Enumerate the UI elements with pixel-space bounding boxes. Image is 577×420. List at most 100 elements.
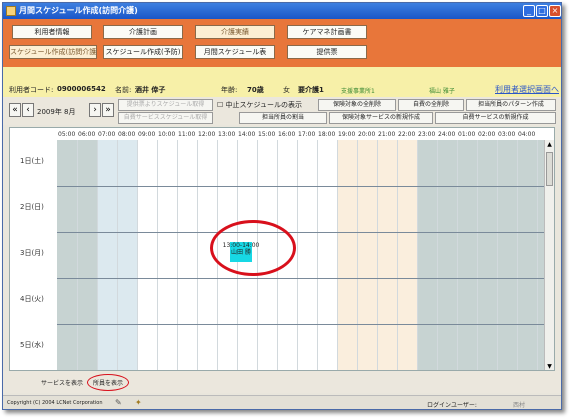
hour-gridline: [297, 140, 298, 370]
hour-gridline: [397, 140, 398, 370]
next-month-icon[interactable]: ›: [89, 103, 101, 117]
window-title: 月間スケジュール作成(訪問介護): [19, 6, 138, 15]
year-month-label: 2009年 8月: [37, 108, 76, 116]
main-menu: 利用者情報 介護計画 介護実績 ケアマネ計画書 スケジュール作成(訪問介護) ス…: [3, 19, 561, 67]
menu-monthly-schedule-button[interactable]: 月間スケジュール表: [195, 45, 275, 59]
delete-insured-button[interactable]: 保険対象の全削除: [318, 99, 396, 111]
close-icon[interactable]: ×: [549, 5, 561, 17]
prev-prev-icon[interactable]: «: [9, 103, 21, 117]
name-label: 名前:: [115, 86, 132, 94]
delete-self-button[interactable]: 自費の全削除: [398, 99, 464, 111]
hour-gridline: [497, 140, 498, 370]
login-user-value: 西村: [513, 402, 526, 409]
hour-label: 09:00: [138, 131, 156, 138]
copyright-text: Copyright (C) 2004 LCNet Corporation: [7, 400, 103, 406]
vertical-scrollbar[interactable]: ▲ ▼: [544, 140, 554, 370]
hour-label: 04:00: [518, 131, 536, 138]
app-window: 月間スケジュール作成(訪問介護) _ □ × 利用者情報 介護計画 介護実績 ケ…: [2, 2, 562, 410]
user-code-label: 利用者コード:: [9, 86, 54, 94]
hour-label: 21:00: [378, 131, 396, 138]
day-label: 3日(月): [20, 249, 44, 257]
hour-label: 01:00: [458, 131, 476, 138]
hour-gridline: [377, 140, 378, 370]
day-label: 1日(土): [20, 157, 44, 165]
name-value: 酒井 倖子: [135, 86, 166, 94]
hour-label: 11:00: [178, 131, 196, 138]
scroll-down-icon[interactable]: ▼: [546, 363, 553, 370]
hour-gridline: [517, 140, 518, 370]
hour-label: 08:00: [118, 131, 136, 138]
hour-gridline: [437, 140, 438, 370]
maximize-icon[interactable]: □: [536, 5, 548, 17]
schedule-toolbar: « ‹ 2009年 8月 › » 提供票よりスケジュール取得 自費サービススケジ…: [3, 97, 561, 125]
user-select-link[interactable]: 利用者選択画面へ: [495, 84, 559, 95]
gender-value: 女: [283, 86, 290, 94]
age-label: 年齢:: [221, 86, 238, 94]
hour-gridline: [137, 140, 138, 370]
app-icon: [6, 6, 16, 16]
menu-schedule-prevention-button[interactable]: スケジュール作成(予防): [103, 45, 183, 59]
day-separator: [57, 186, 544, 187]
staff-display-toggle[interactable]: 所員を表示: [87, 374, 130, 391]
hour-label: 24:00: [438, 131, 456, 138]
hour-label: 16:00: [278, 131, 296, 138]
hour-gridline: [357, 140, 358, 370]
hour-label: 07:00: [98, 131, 116, 138]
menu-user-info-button[interactable]: 利用者情報: [12, 25, 92, 39]
hour-label: 13:00: [218, 131, 236, 138]
scroll-up-icon[interactable]: ▲: [546, 141, 553, 149]
cancelled-checkbox-label: 中止スケジュールの表示: [225, 101, 303, 109]
manager-value: 福山 雅子: [429, 88, 455, 95]
service-display-toggle[interactable]: サービスを表示: [41, 378, 83, 387]
menu-care-plan-button[interactable]: 介護計画: [103, 25, 183, 39]
hour-label: 20:00: [358, 131, 376, 138]
hour-gridline: [97, 140, 98, 370]
menu-provider-sheet-button[interactable]: 提供票: [287, 45, 367, 59]
assign-staff-button[interactable]: 担当所員の割当: [239, 112, 327, 124]
hour-label: 22:00: [398, 131, 416, 138]
day-separator: [57, 232, 544, 233]
hour-gridline: [317, 140, 318, 370]
settings-icon[interactable]: ✦: [135, 398, 142, 407]
menu-schedule-visit-button[interactable]: スケジュール作成(訪問介護): [9, 45, 97, 59]
self-service-schedule-button[interactable]: 自費サービススケジュール取得: [118, 112, 213, 124]
title-bar: 月間スケジュール作成(訪問介護) _ □ ×: [3, 3, 561, 19]
hour-gridline: [77, 140, 78, 370]
hour-gridline: [457, 140, 458, 370]
day-separator: [57, 278, 544, 279]
hour-label: 06:00: [78, 131, 96, 138]
day-label: 2日(日): [20, 203, 44, 211]
day-separator: [57, 324, 544, 325]
hour-label: 12:00: [198, 131, 216, 138]
annotation-circle: [210, 220, 296, 276]
age-value: 70歳: [247, 86, 264, 94]
day-label: 5日(水): [20, 341, 44, 349]
new-self-service-button[interactable]: 自費サービスの新規作成: [435, 112, 556, 124]
hour-label: 10:00: [158, 131, 176, 138]
next-next-icon[interactable]: »: [102, 103, 114, 117]
hour-label: 02:00: [478, 131, 496, 138]
cancelled-checkbox[interactable]: ☐ 中止スケジュールの表示: [217, 100, 302, 110]
care-level-value: 要介護1: [298, 86, 324, 94]
pencil-icon[interactable]: ✎: [115, 398, 122, 407]
status-bar: Copyright (C) 2004 LCNet Corporation ✎ ✦…: [3, 395, 561, 409]
menu-care-record-button[interactable]: 介護実績: [195, 25, 275, 39]
hour-label: 14:00: [238, 131, 256, 138]
menu-caremanager-plan-button[interactable]: ケアマネ計画書: [287, 25, 367, 39]
hour-gridline: [477, 140, 478, 370]
hour-label: 03:00: [498, 131, 516, 138]
login-user-label: ログインユーザー:: [427, 402, 477, 409]
minimize-icon[interactable]: _: [523, 5, 535, 17]
scroll-thumb[interactable]: [546, 152, 553, 186]
day-label: 4日(火): [20, 295, 44, 303]
staff-pattern-button[interactable]: 担当所員のパターン作成: [466, 99, 556, 111]
provider-schedule-button[interactable]: 提供票よりスケジュール取得: [118, 99, 213, 111]
schedule-grid: 05:00 06:00 07:00 08:00 09:00 10:00 11:00 12:00…: [9, 127, 555, 371]
hour-label: 23:00: [418, 131, 436, 138]
hour-label: 17:00: [298, 131, 316, 138]
new-insured-service-button[interactable]: 保険対象サービスの新規作成: [329, 112, 433, 124]
hour-label: 15:00: [258, 131, 276, 138]
hour-gridline: [177, 140, 178, 370]
prev-month-icon[interactable]: ‹: [22, 103, 34, 117]
user-info-bar: 利用者コード: 0900006542 名前: 酒井 倖子 年齢: 70歳 女 要…: [3, 67, 561, 97]
